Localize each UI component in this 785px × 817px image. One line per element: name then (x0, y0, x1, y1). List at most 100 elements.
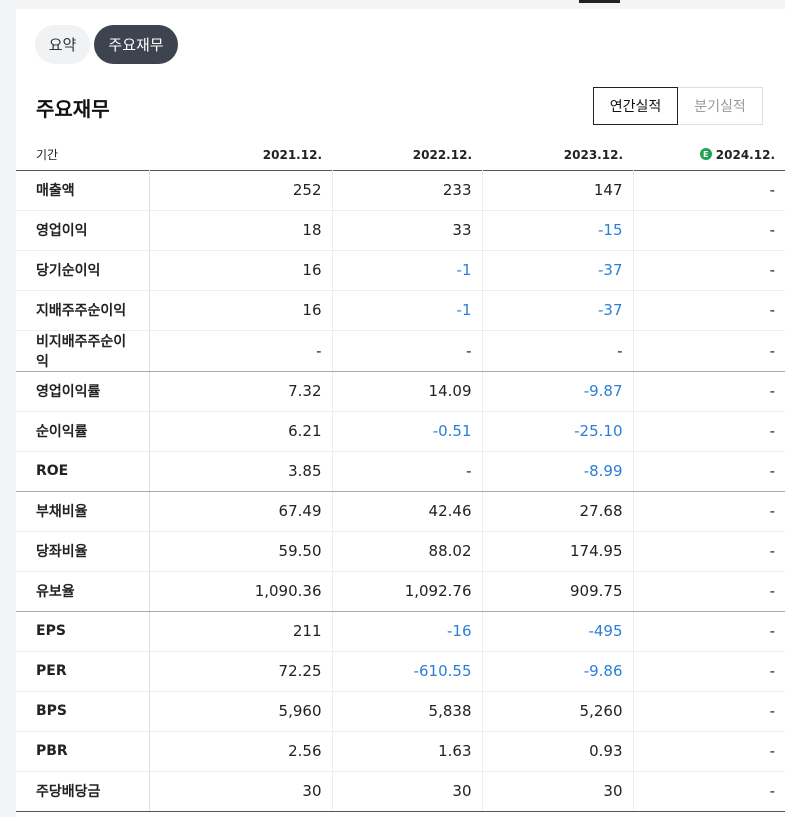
table-cell: - (632, 731, 785, 772)
financials-card: 요약 주요재무 주요재무 연간실적 분기실적 기간 2021.12. 2022.… (16, 9, 785, 817)
table-row: 순이익률 6.21 -0.51 -25.10- (16, 411, 785, 452)
row-label: ROE (16, 451, 150, 492)
table-cell: - (632, 210, 785, 251)
table-cell: - (632, 290, 785, 331)
table-cell: - (632, 571, 785, 612)
table-cell: - (481, 330, 633, 372)
row-label: 부채비율 (16, 491, 150, 532)
table-cell: - (331, 330, 482, 372)
table-cell: - (148, 330, 332, 372)
table-cell: 3.85 (148, 451, 332, 492)
table-cell: -8.99 (481, 451, 633, 492)
financials-table: 기간 2021.12. 2022.12. 2023.12. E 2024.12. … (16, 140, 785, 812)
table-cell: 211 (148, 611, 332, 652)
table-row: 주당배당금 30 30 30- (16, 771, 785, 812)
table-cell: -15 (481, 210, 633, 251)
table-cell: 30 (148, 771, 332, 812)
table-cell: - (632, 491, 785, 532)
table-cell: - (632, 531, 785, 572)
row-label: 비지배주주순이익 (16, 330, 150, 372)
table-cell: -9.86 (481, 651, 633, 692)
table-cell: -9.87 (481, 371, 633, 412)
table-cell: 174.95 (481, 531, 633, 572)
table-cell: -25.10 (481, 411, 633, 452)
row-label: 당좌비율 (16, 531, 150, 572)
table-row: 매출액 252 233 147- (16, 170, 785, 211)
table-cell: 27.68 (481, 491, 633, 532)
table-cell: 2.56 (148, 731, 332, 772)
table-cell: - (632, 651, 785, 692)
table-cell: 5,260 (481, 691, 633, 732)
table-cell: -37 (481, 290, 633, 331)
row-label: 당기순이익 (16, 250, 150, 291)
table-row: 비지배주주순이익 - - - - (16, 330, 785, 372)
table-cell: - (632, 611, 785, 652)
table-cell: 14.09 (331, 371, 482, 412)
table-cell: - (632, 250, 785, 291)
table-cell: -495 (481, 611, 633, 652)
table-cell: 233 (331, 170, 482, 211)
table-cell: 147 (481, 170, 633, 211)
table-cell: - (632, 371, 785, 412)
row-label: EPS (16, 611, 150, 652)
table-cell: - (632, 451, 785, 492)
table-cell: 42.46 (331, 491, 482, 532)
table-cell: - (632, 330, 785, 372)
table-row: 부채비율 67.49 42.46 27.68- (16, 491, 785, 532)
column-header: 2022.12. (412, 147, 472, 162)
table-row: ROE 3.85- -8.99- (16, 451, 785, 492)
top-tab-indicator (579, 0, 620, 3)
table-row: 지배주주순이익 16 -1 -37- (16, 290, 785, 331)
table-cell: - (632, 771, 785, 812)
table-row: 유보율 1,090.36 1,092.76 909.75- (16, 571, 785, 612)
row-label: PBR (16, 731, 150, 772)
table-row: EPS 211 -16 -495- (16, 611, 785, 652)
row-label: 지배주주순이익 (16, 290, 150, 331)
table-cell: 6.21 (148, 411, 332, 452)
annual-toggle-button[interactable]: 연간실적 (593, 87, 678, 125)
tab-key-financials[interactable]: 주요재무 (94, 25, 178, 64)
table-cell: 5,960 (148, 691, 332, 732)
row-label: 주당배당금 (16, 771, 150, 812)
quarterly-toggle-button[interactable]: 분기실적 (678, 87, 763, 125)
column-header-label: 2024.12. (715, 147, 775, 162)
column-header-estimate: E 2024.12. (633, 140, 785, 170)
table-cell: - (632, 411, 785, 452)
row-label: 영업이익률 (16, 371, 150, 412)
section-tabs: 요약 주요재무 (35, 25, 178, 64)
table-cell: - (632, 170, 785, 211)
table-cell: 30 (331, 771, 482, 812)
row-label: BPS (16, 691, 150, 732)
table-row: 당좌비율 59.50 88.02 174.95- (16, 531, 785, 572)
table-row: 당기순이익 16 -1 -37- (16, 250, 785, 291)
table-cell: 1.63 (331, 731, 482, 772)
table-cell: 5,838 (331, 691, 482, 732)
table-cell: 59.50 (148, 531, 332, 572)
table-cell: 1,092.76 (331, 571, 482, 612)
table-row: PBR 2.56 1.63 0.93- (16, 731, 785, 772)
table-cell: 7.32 (148, 371, 332, 412)
table-cell: -37 (481, 250, 633, 291)
tab-summary[interactable]: 요약 (35, 25, 90, 64)
period-toggle: 연간실적 분기실적 (593, 87, 763, 125)
column-header: 2023.12. (563, 147, 623, 162)
row-label: 순이익률 (16, 411, 150, 452)
table-cell: 16 (148, 250, 332, 291)
table-row: BPS 5,960 5,838 5,260- (16, 691, 785, 732)
table-cell: 909.75 (481, 571, 633, 612)
table-cell: 30 (481, 771, 633, 812)
row-label: 영업이익 (16, 210, 150, 251)
table-cell: -16 (331, 611, 482, 652)
table-cell: 16 (148, 290, 332, 331)
table-row: PER 72.25 -610.55 -9.86- (16, 651, 785, 692)
section-title: 주요재무 (36, 97, 110, 121)
table-cell: - (331, 451, 482, 492)
table-cell: - (632, 691, 785, 732)
table-cell: 1,090.36 (148, 571, 332, 612)
table-cell: 33 (331, 210, 482, 251)
table-cell: -0.51 (331, 411, 482, 452)
table-cell: -1 (331, 290, 482, 331)
table-cell: 67.49 (148, 491, 332, 532)
table-header-row: 기간 2021.12. 2022.12. 2023.12. E 2024.12. (16, 140, 785, 170)
row-label: PER (16, 651, 150, 692)
